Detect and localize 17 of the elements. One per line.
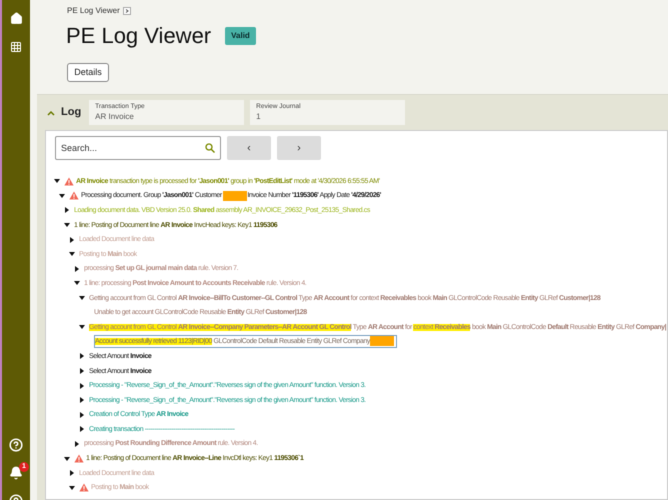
- collapse-chevron-icon[interactable]: [47, 110, 55, 116]
- expand-icon[interactable]: [122, 7, 131, 15]
- status-badge: Valid: [225, 27, 256, 45]
- details-button[interactable]: Details: [67, 63, 109, 82]
- search-icon: [205, 143, 215, 153]
- help-icon[interactable]: [9, 438, 23, 452]
- redaction-block: [370, 336, 394, 346]
- home-icon[interactable]: [10, 12, 22, 25]
- search-field[interactable]: Search...: [55, 136, 221, 160]
- breadcrumb[interactable]: PE Log Viewer: [67, 5, 120, 17]
- redaction-block: [223, 190, 248, 201]
- bell-icon[interactable]: [9, 466, 23, 480]
- page-title: PE Log Viewer: [66, 25, 212, 47]
- log-title: Log: [61, 105, 82, 120]
- previous-button[interactable]: ‹: [227, 136, 271, 160]
- apps-grid-icon[interactable]: [10, 41, 22, 53]
- next-button[interactable]: ›: [277, 136, 321, 160]
